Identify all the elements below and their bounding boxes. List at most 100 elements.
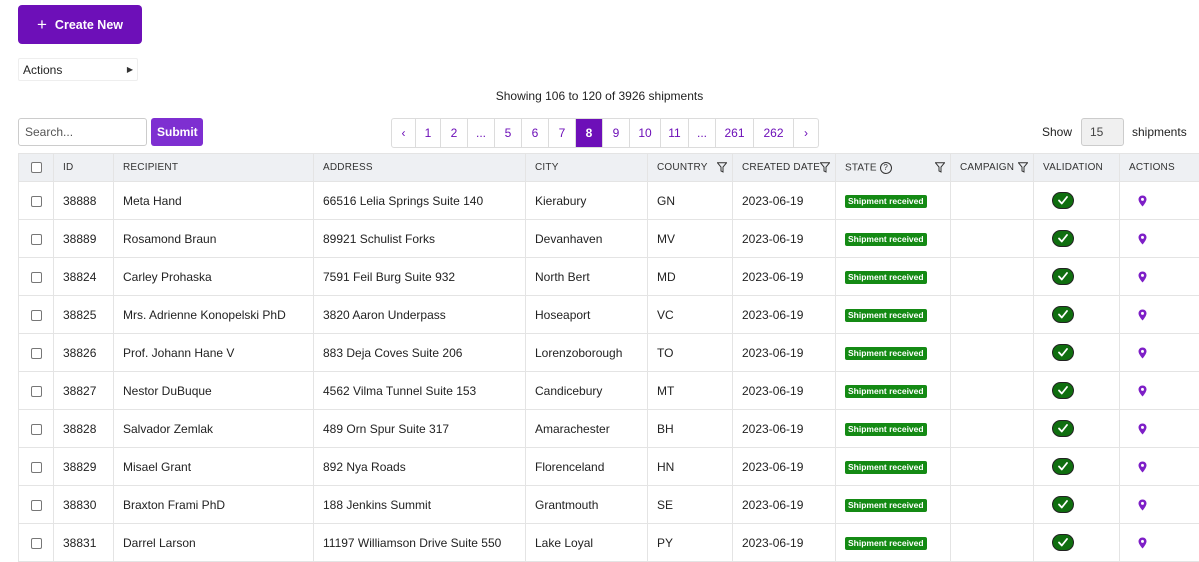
next-page-button[interactable]: › (794, 119, 818, 147)
map-pin-icon[interactable] (1138, 385, 1147, 397)
map-pin-icon[interactable] (1138, 423, 1147, 435)
status-badge: Shipment received (845, 499, 927, 512)
page-button[interactable]: 5 (495, 119, 522, 147)
cell-city: North Bert (526, 258, 648, 296)
col-address[interactable]: ADDRESS (314, 154, 526, 182)
row-checkbox[interactable] (31, 462, 42, 473)
page-button-active[interactable]: 8 (576, 119, 603, 147)
row-checkbox[interactable] (31, 310, 42, 321)
col-city[interactable]: CITY (526, 154, 648, 182)
cell-actions (1120, 524, 1199, 562)
cell-state: Shipment received (836, 334, 951, 372)
page-button[interactable]: 7 (549, 119, 576, 147)
cell-actions (1120, 448, 1199, 486)
page-button[interactable]: 11 (661, 119, 689, 147)
validation-button[interactable] (1052, 230, 1074, 247)
cell-recipient: Carley Prohaska (114, 258, 314, 296)
cell-campaign (951, 524, 1034, 562)
check-icon (1058, 196, 1068, 205)
cell-address: 7591 Feil Burg Suite 932 (314, 258, 526, 296)
cell-actions (1120, 372, 1199, 410)
filter-icon[interactable] (1018, 162, 1028, 173)
validation-button[interactable] (1052, 458, 1074, 475)
page-button[interactable]: 1 (416, 119, 441, 147)
shipments-label: shipments (1132, 125, 1187, 139)
actions-dropdown[interactable]: Actions ▶ (18, 58, 138, 81)
cell-campaign (951, 220, 1034, 258)
row-checkbox[interactable] (31, 386, 42, 397)
validation-button[interactable] (1052, 306, 1074, 323)
check-icon (1058, 348, 1068, 357)
check-icon (1058, 272, 1068, 281)
map-pin-icon[interactable] (1138, 537, 1147, 549)
cell-recipient: Braxton Frami PhD (114, 486, 314, 524)
check-icon (1058, 500, 1068, 509)
page-ellipsis: ... (468, 119, 495, 147)
page-button[interactable]: 262 (754, 119, 794, 147)
status-badge: Shipment received (845, 461, 927, 474)
row-checkbox[interactable] (31, 196, 42, 207)
prev-page-button[interactable]: ‹ (392, 119, 416, 147)
map-pin-icon[interactable] (1138, 347, 1147, 359)
col-created-date[interactable]: CREATED DATE (733, 154, 836, 182)
validation-button[interactable] (1052, 192, 1074, 209)
check-icon (1058, 310, 1068, 319)
col-recipient[interactable]: RECIPIENT (114, 154, 314, 182)
cell-validation (1034, 486, 1120, 524)
map-pin-icon[interactable] (1138, 499, 1147, 511)
page-button[interactable]: 261 (716, 119, 754, 147)
create-new-label: Create New (55, 18, 123, 32)
validation-button[interactable] (1052, 534, 1074, 551)
cell-created-date: 2023-06-19 (733, 524, 836, 562)
cell-recipient: Darrel Larson (114, 524, 314, 562)
map-pin-icon[interactable] (1138, 309, 1147, 321)
map-pin-icon[interactable] (1138, 461, 1147, 473)
cell-validation (1034, 448, 1120, 486)
map-pin-icon[interactable] (1138, 233, 1147, 245)
map-pin-icon[interactable] (1138, 195, 1147, 207)
validation-button[interactable] (1052, 420, 1074, 437)
row-select-cell (19, 524, 54, 562)
filter-icon[interactable] (820, 162, 830, 173)
row-checkbox[interactable] (31, 348, 42, 359)
page-button[interactable]: 9 (603, 119, 630, 147)
row-checkbox[interactable] (31, 234, 42, 245)
search-input[interactable] (18, 118, 147, 146)
col-created-label: CREATED DATE (742, 162, 820, 173)
cell-country: MT (648, 372, 733, 410)
cell-created-date: 2023-06-19 (733, 372, 836, 410)
cell-city: Devanhaven (526, 220, 648, 258)
cell-actions (1120, 296, 1199, 334)
table-row: 38826Prof. Johann Hane V883 Deja Coves S… (19, 334, 1199, 372)
filter-icon[interactable] (935, 162, 945, 173)
cell-validation (1034, 410, 1120, 448)
cell-state: Shipment received (836, 182, 951, 220)
row-checkbox[interactable] (31, 538, 42, 549)
col-validation: VALIDATION (1034, 154, 1120, 182)
page-button[interactable]: 6 (522, 119, 549, 147)
cell-address: 188 Jenkins Summit (314, 486, 526, 524)
map-pin-icon[interactable] (1138, 271, 1147, 283)
page-size-input[interactable] (1081, 118, 1124, 146)
row-checkbox[interactable] (31, 272, 42, 283)
validation-button[interactable] (1052, 496, 1074, 513)
row-checkbox[interactable] (31, 500, 42, 511)
cell-validation (1034, 296, 1120, 334)
create-new-button[interactable]: + Create New (18, 5, 142, 44)
table-row: 38824Carley Prohaska7591 Feil Burg Suite… (19, 258, 1199, 296)
help-circle-icon[interactable]: ? (880, 162, 892, 174)
validation-button[interactable] (1052, 344, 1074, 361)
select-all-checkbox[interactable] (31, 162, 42, 173)
filter-icon[interactable] (717, 162, 727, 173)
validation-button[interactable] (1052, 382, 1074, 399)
cell-country: MD (648, 258, 733, 296)
validation-button[interactable] (1052, 268, 1074, 285)
col-state[interactable]: STATE? (836, 154, 951, 182)
submit-button[interactable]: Submit (151, 118, 203, 146)
row-checkbox[interactable] (31, 424, 42, 435)
col-id[interactable]: ID (54, 154, 114, 182)
col-country[interactable]: COUNTRY (648, 154, 733, 182)
col-campaign[interactable]: CAMPAIGN (951, 154, 1034, 182)
page-button[interactable]: 10 (630, 119, 661, 147)
page-button[interactable]: 2 (441, 119, 468, 147)
